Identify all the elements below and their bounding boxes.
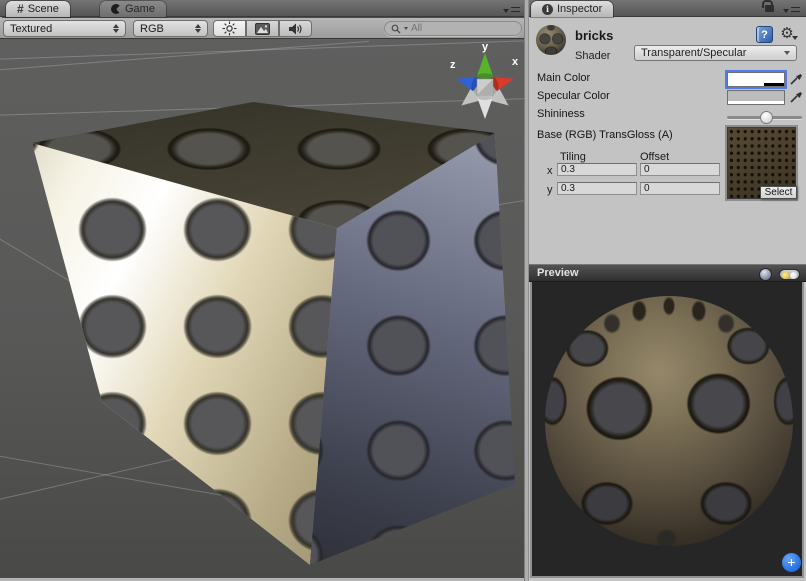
inspector-body: bricks Shader Transparent/Specular ? ⚙ M… — [529, 17, 806, 264]
gear-icon[interactable]: ⚙ — [778, 24, 796, 42]
select-texture-button[interactable]: Select — [760, 186, 797, 199]
add-icon[interactable]: + — [782, 553, 801, 572]
image-icon — [255, 23, 270, 35]
sun-icon — [222, 21, 237, 36]
shininess-label: Shininess — [537, 108, 585, 120]
tab-inspector[interactable]: i Inspector — [531, 1, 613, 17]
tab-game[interactable]: Game — [100, 1, 166, 17]
main-color-alpha-track — [728, 83, 784, 86]
preview-header[interactable]: Preview — [529, 264, 806, 282]
gizmo-z-label: z — [450, 59, 456, 71]
game-icon — [111, 4, 121, 14]
scene-search-field[interactable] — [384, 21, 522, 36]
gizmo-x-label: x — [512, 56, 519, 68]
scene-tabbar: # Scene Game — [0, 0, 524, 17]
tiling-header: Tiling — [560, 151, 586, 163]
main-color-label: Main Color — [537, 72, 590, 84]
gizmo-y-cone[interactable] — [477, 53, 493, 79]
help-icon[interactable]: ? — [756, 26, 773, 43]
offset-x-input[interactable] — [640, 163, 720, 176]
row-x-label: x — [547, 165, 553, 177]
chevron-down-icon — [784, 51, 790, 55]
inspector-tabbar: i Inspector — [529, 0, 806, 17]
lock-icon[interactable] — [765, 5, 774, 12]
search-input[interactable] — [411, 23, 511, 34]
render-mode-value: Textured — [10, 23, 52, 35]
preview-material-sphere — [545, 296, 793, 546]
row-y-label: y — [547, 184, 553, 196]
search-icon — [391, 24, 401, 34]
shader-dropdown[interactable]: Transparent/Specular — [634, 45, 797, 61]
specular-color-alpha — [728, 101, 784, 104]
tab-game-label: Game — [125, 3, 155, 15]
audio-toggle-button[interactable] — [279, 20, 312, 37]
channel-value: RGB — [140, 23, 164, 35]
offset-header: Offset — [640, 151, 669, 163]
material-name: bricks — [575, 28, 613, 43]
scene-toolbar: Textured RGB — [0, 18, 524, 39]
preview-lights-icon[interactable] — [779, 269, 800, 280]
scene-panel-menu-icon[interactable] — [503, 7, 520, 14]
gizmo-x-cone[interactable] — [491, 72, 516, 91]
gizmo-center-cube[interactable] — [477, 79, 493, 95]
render-mode-dropdown[interactable]: Textured — [3, 20, 126, 37]
specular-color-alpha-track — [728, 101, 784, 104]
unity-editor-window: # Scene Game Textured RGB — [0, 0, 806, 581]
shader-label: Shader — [575, 50, 610, 62]
lighting-toggle-button[interactable] — [213, 20, 246, 37]
shininess-thumb[interactable] — [760, 111, 773, 124]
eyedropper-icon[interactable] — [789, 89, 803, 104]
channel-dropdown[interactable]: RGB — [133, 20, 208, 37]
material-preview-icon — [536, 25, 566, 55]
gizmo-gray-cone-down — [477, 94, 493, 119]
tab-scene-label: Scene — [28, 3, 59, 15]
base-texture-label: Base (RGB) TransGloss (A) — [537, 129, 673, 141]
tiling-y-input[interactable] — [557, 182, 637, 195]
eyedropper-icon[interactable] — [789, 71, 803, 86]
info-icon: i — [542, 4, 553, 15]
specular-color-label: Specular Color — [537, 90, 610, 102]
inspector-panel: i Inspector bricks Shader Transparent/Sp… — [529, 0, 806, 581]
preview-title: Preview — [537, 267, 579, 279]
gizmo-y-label: y — [482, 41, 489, 53]
main-color-swatch[interactable] — [727, 72, 785, 87]
stepper-arrows-icon — [189, 24, 201, 33]
gizmo-z-cone[interactable] — [454, 72, 479, 91]
orientation-gizmo[interactable]: y x z — [436, 39, 524, 131]
tab-inspector-label: Inspector — [557, 3, 602, 15]
skybox-toggle-button[interactable] — [246, 20, 279, 37]
scene-grid-icon: # — [17, 2, 24, 16]
main-color-alpha — [728, 83, 764, 86]
tiling-x-input[interactable] — [557, 163, 637, 176]
preview-sphere-icon[interactable] — [759, 268, 772, 281]
inspector-panel-menu-icon[interactable] — [783, 7, 800, 14]
offset-y-input[interactable] — [640, 182, 720, 195]
stepper-arrows-icon — [107, 24, 119, 33]
scene-panel: # Scene Game Textured RGB — [0, 0, 524, 581]
tab-scene[interactable]: # Scene — [6, 1, 70, 17]
shininess-slider[interactable] — [727, 116, 802, 119]
preview-area[interactable]: + — [530, 282, 804, 578]
specular-color-swatch[interactable] — [727, 90, 785, 105]
shader-value: Transparent/Specular — [641, 47, 746, 59]
scene-viewport[interactable]: y x z — [0, 39, 524, 578]
search-filter-arrow-icon — [404, 27, 408, 30]
speaker-icon — [288, 22, 303, 36]
